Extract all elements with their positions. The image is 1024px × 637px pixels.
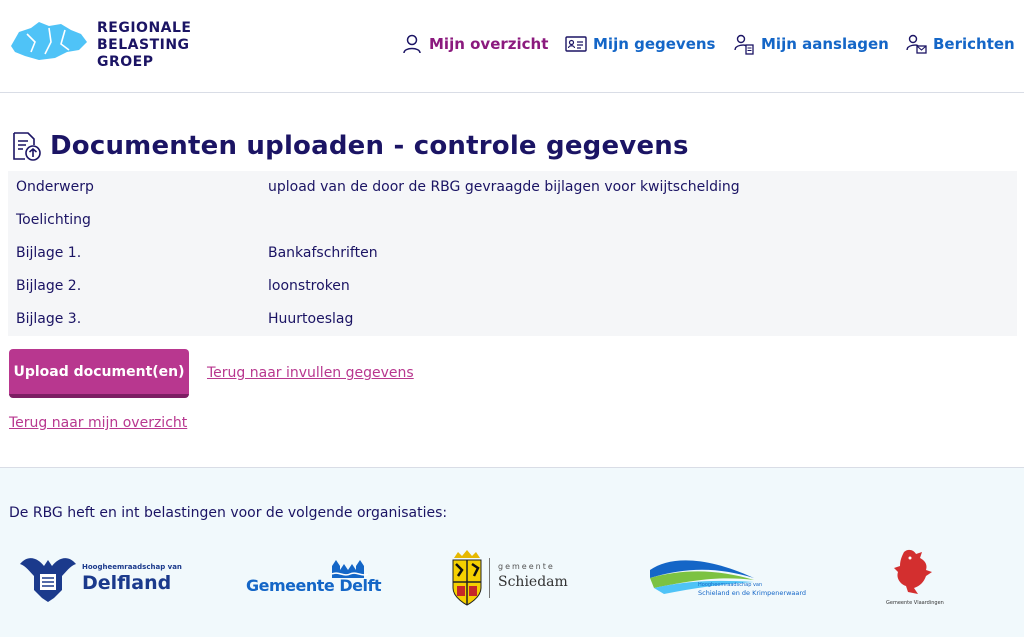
nav-berichten[interactable]: Berichten xyxy=(905,32,1015,56)
schiedam-coat-of-arms-icon xyxy=(452,550,482,606)
logo-line-3: GROEP xyxy=(97,54,154,70)
org-logo-delfland[interactable]: Hoogheemraadschap van Delfland xyxy=(16,550,182,606)
page-title: Documenten uploaden - controle gegevens xyxy=(50,131,689,161)
row-key: Bijlage 1. xyxy=(16,245,82,261)
row-key: Toelichting xyxy=(16,212,91,228)
back-to-overview-link[interactable]: Terug naar mijn overzicht xyxy=(9,415,187,431)
logo-line-1: REGIONALE xyxy=(97,20,192,36)
person-mail-icon xyxy=(906,34,927,54)
person-icon xyxy=(403,34,421,54)
page-title-row: Documenten uploaden - controle gegevens xyxy=(10,130,689,162)
schiedam-big-text: Schiedam xyxy=(498,574,568,590)
nav-mijn-overzicht[interactable]: Mijn overzicht xyxy=(401,32,548,56)
rbg-logo[interactable]: REGIONALE BELASTING GROEP xyxy=(9,18,199,73)
table-row: Toelichting xyxy=(8,204,1017,237)
row-value: loonstroken xyxy=(268,278,350,294)
schieland-line-2: Schieland en de Krimpenerwaard xyxy=(698,589,807,597)
person-document-icon xyxy=(734,34,754,55)
footer-organisations-text: De RBG heft en int belastingen voor de v… xyxy=(9,505,448,521)
delfland-eagle-icon xyxy=(20,558,76,602)
row-key: Bijlage 2. xyxy=(16,278,82,294)
back-to-fill-in-link[interactable]: Terug naar invullen gegevens xyxy=(207,365,414,381)
row-key: Bijlage 3. xyxy=(16,311,82,327)
vlaardingen-text: Gemeente Vlaardingen xyxy=(886,600,944,606)
logo-text: REGIONALE BELASTING GROEP xyxy=(97,20,191,71)
delft-text: Gemeente Delft xyxy=(246,576,382,595)
schiedam-divider xyxy=(489,558,490,598)
org-logo-vlaardingen[interactable]: Gemeente Vlaardingen xyxy=(880,548,960,608)
id-card-icon xyxy=(565,36,587,52)
table-row: Bijlage 2. loonstroken xyxy=(8,270,1017,303)
rbg-logo-map-icon xyxy=(11,22,87,60)
row-value: Huurtoeslag xyxy=(268,311,354,327)
table-row: Bijlage 3. Huurtoeslag xyxy=(8,303,1017,336)
document-upload-icon xyxy=(13,132,41,161)
nav-label: Mijn aanslagen xyxy=(761,35,889,53)
site-header: REGIONALE BELASTING GROEP Mijn overzicht… xyxy=(0,0,1024,93)
nav-label: Mijn overzicht xyxy=(429,35,549,53)
nav-mijn-aanslagen[interactable]: Mijn aanslagen xyxy=(733,32,889,56)
nav-label: Mijn gegevens xyxy=(593,35,716,53)
table-row: Onderwerp upload van de door de RBG gevr… xyxy=(8,171,1017,204)
org-logo-schieland[interactable]: Hoogheemraadschap van Schieland en de Kr… xyxy=(650,556,810,600)
delfland-big-text: Delfland xyxy=(82,572,172,594)
org-logo-delft[interactable]: Gemeente Delft xyxy=(246,560,382,602)
org-logo-schiedam[interactable]: gemeente Schiedam xyxy=(450,550,574,606)
nav-label: Berichten xyxy=(933,35,1015,53)
upload-documents-button[interactable]: Upload document(en) xyxy=(9,349,189,398)
row-key: Onderwerp xyxy=(16,179,94,195)
schieland-line-1: Hoogheemraadschap van xyxy=(698,582,763,588)
summary-table: Onderwerp upload van de door de RBG gevr… xyxy=(8,171,1017,336)
logo-line-2: BELASTING xyxy=(97,37,190,53)
table-row: Bijlage 1. Bankafschriften xyxy=(8,237,1017,270)
row-value: upload van de door de RBG gevraagde bijl… xyxy=(268,179,740,195)
vlaardingen-lion-icon xyxy=(894,549,932,594)
nav-mijn-gegevens[interactable]: Mijn gegevens xyxy=(565,32,716,56)
schiedam-small-text: gemeente xyxy=(498,562,555,571)
site-footer: De RBG heft en int belastingen voor de v… xyxy=(0,467,1024,637)
delfland-small-text: Hoogheemraadschap van xyxy=(82,563,182,571)
row-value: Bankafschriften xyxy=(268,245,378,261)
